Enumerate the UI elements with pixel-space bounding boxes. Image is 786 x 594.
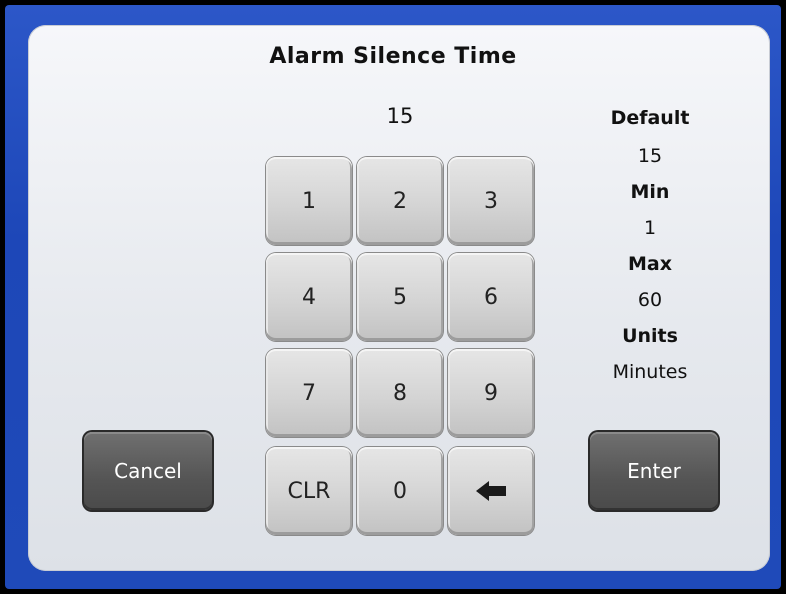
min-value: 1: [643, 217, 657, 239]
units-label: Units: [622, 325, 678, 347]
key-3-label: 3: [484, 188, 498, 214]
units-value: Minutes: [612, 361, 688, 383]
cancel-button-label: Cancel: [114, 459, 182, 483]
key-5[interactable]: 5: [357, 253, 443, 341]
key-clear[interactable]: CLR: [266, 447, 352, 535]
key-4-label: 4: [302, 284, 316, 310]
key-0-label: 0: [393, 478, 407, 504]
dialog-title: Alarm Silence Time: [269, 44, 517, 69]
key-8-label: 8: [393, 380, 407, 406]
key-4[interactable]: 4: [266, 253, 352, 341]
key-6[interactable]: 6: [448, 253, 534, 341]
key-0[interactable]: 0: [357, 447, 443, 535]
max-value: 60: [637, 289, 663, 311]
key-1[interactable]: 1: [266, 157, 352, 245]
key-1-label: 1: [302, 188, 316, 214]
key-5-label: 5: [393, 284, 407, 310]
key-backspace[interactable]: [448, 447, 534, 535]
min-label: Min: [630, 181, 670, 203]
default-value: 15: [637, 145, 663, 167]
backspace-arrow-icon: [476, 481, 506, 501]
key-6-label: 6: [484, 284, 498, 310]
enter-button[interactable]: Enter: [590, 432, 718, 510]
key-2-label: 2: [393, 188, 407, 214]
key-9-label: 9: [484, 380, 498, 406]
key-7[interactable]: 7: [266, 349, 352, 437]
key-2[interactable]: 2: [357, 157, 443, 245]
key-clear-label: CLR: [287, 478, 331, 504]
default-label: Default: [610, 107, 690, 129]
key-7-label: 7: [302, 380, 316, 406]
enter-button-label: Enter: [627, 459, 681, 483]
key-8[interactable]: 8: [357, 349, 443, 437]
entry-value-display: 15: [386, 104, 414, 128]
key-9[interactable]: 9: [448, 349, 534, 437]
max-label: Max: [628, 253, 672, 275]
key-3[interactable]: 3: [448, 157, 534, 245]
cancel-button[interactable]: Cancel: [84, 432, 212, 510]
